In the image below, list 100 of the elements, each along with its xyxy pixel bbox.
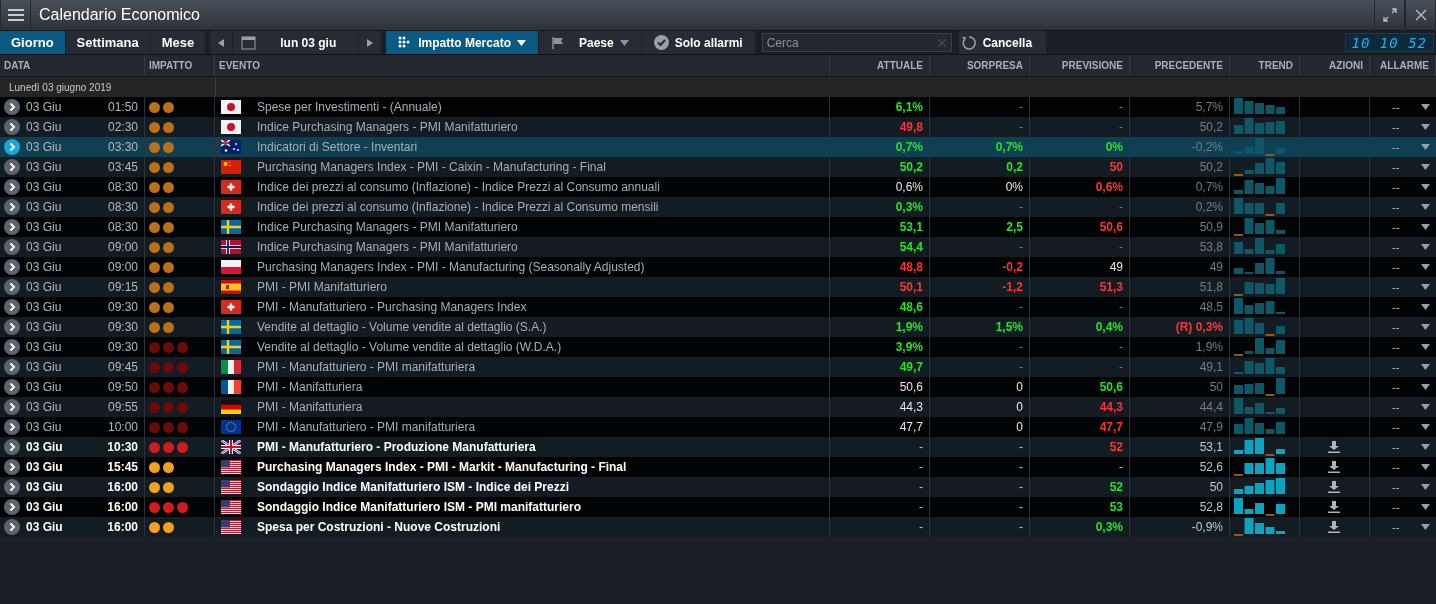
event-row[interactable]: 03 Giu 09:15 PMI - PMI Manifatturiero 50,1 -1,2 51,3 51,8 -- xyxy=(0,277,1436,297)
chevron-icon[interactable] xyxy=(4,119,20,135)
column-header[interactable]: ALLARME xyxy=(1370,55,1436,76)
event-row[interactable]: 03 Giu 10:00 PMI - Manufatturiero - PMI manifatturiera 47,7 0 47,7 47,9 -- xyxy=(0,417,1436,437)
value-text: 50,2 xyxy=(899,160,923,174)
event-row[interactable]: 03 Giu 16:00 Sondaggio Indice Manifatturiero ISM - PMI manifatturiero - - 53 52,8 -- xyxy=(0,497,1436,517)
download-icon[interactable] xyxy=(1327,481,1340,493)
view-tab[interactable]: Mese xyxy=(150,31,206,54)
event-row[interactable]: 03 Giu 10:30 PMI - Manufatturiero - Produzione Manufatturiera - - 52 53,1 -- xyxy=(0,437,1436,457)
chevron-icon[interactable] xyxy=(4,319,20,335)
event-title: PMI - Manifatturiera xyxy=(257,380,363,394)
column-header[interactable]: EVENTO xyxy=(215,55,830,76)
chevron-icon[interactable] xyxy=(4,379,20,395)
view-tab[interactable]: Giorno xyxy=(0,31,65,54)
column-header[interactable]: PREVISIONE xyxy=(1030,55,1130,76)
event-row[interactable]: 03 Giu 15:45 Purchasing Managers Index - PMI - Markit - Manufacturing - Final - - - 52,6 -- xyxy=(0,457,1436,477)
chevron-icon[interactable] xyxy=(4,299,20,315)
event-row[interactable]: 03 Giu 01:50 Spese per Investimenti - (Annuale) 6,1% - - 5,7% -- xyxy=(0,97,1436,117)
chevron-icon[interactable] xyxy=(4,419,20,435)
value-text: - xyxy=(1019,520,1023,534)
chevron-icon[interactable] xyxy=(4,199,20,215)
column-header[interactable]: AZIONI xyxy=(1300,55,1370,76)
previous-day-button[interactable] xyxy=(210,31,233,54)
caret-icon xyxy=(1421,244,1430,250)
value-text: 48,6 xyxy=(899,300,923,314)
chevron-icon[interactable] xyxy=(4,459,20,475)
event-row[interactable]: 03 Giu 02:30 Indice Purchasing Managers - PMI Manifatturiero 49,8 - - 50,2 -- xyxy=(0,117,1436,137)
value-text: - xyxy=(919,500,923,514)
event-title: Indice Purchasing Managers - PMI Manifatturiero xyxy=(257,120,518,134)
value-text: - xyxy=(1019,300,1023,314)
value-text: 47,7 xyxy=(1099,420,1123,434)
value-text: 0 xyxy=(1016,400,1023,414)
event-row[interactable]: 03 Giu 03:45 Purchasing Managers Index - PMI - Caixin - Manufacturing - Final 50,2 0,2 50 50,2 -- xyxy=(0,157,1436,177)
chevron-icon[interactable] xyxy=(4,359,20,375)
chevron-icon[interactable] xyxy=(4,219,20,235)
column-header[interactable]: IMPATTO xyxy=(145,55,215,76)
event-row[interactable]: 03 Giu 09:30 Vendite al dettaglio - Volume vendite al dettaglio (W.D.A.) 3,9% - - 1,9% -- xyxy=(0,337,1436,357)
flag-icon xyxy=(221,400,241,414)
event-row[interactable]: 03 Giu 09:30 Vendite al dettaglio - Volume vendite al dettaglio (S.A.) 1,9% 1,5% 0,4% (R) 0,3% -- xyxy=(0,317,1436,337)
date-text: 03 Giu xyxy=(26,120,62,134)
chevron-icon[interactable] xyxy=(4,439,20,455)
event-row[interactable]: 03 Giu 09:30 PMI - Manufatturiero - Purchasing Managers Index 48,6 - - 48,5 -- xyxy=(0,297,1436,317)
column-header[interactable]: DATA xyxy=(0,55,145,76)
chevron-icon[interactable] xyxy=(4,99,20,115)
expand-button[interactable] xyxy=(1374,0,1405,31)
date-text: 03 Giu xyxy=(26,460,63,474)
filter-button[interactable]: Impatto Mercato xyxy=(386,31,538,54)
event-row[interactable]: 03 Giu 16:00 Spesa per Costruzioni - Nuove Costruzioni - - 0,3% -0,9% -- xyxy=(0,517,1436,537)
column-header[interactable]: SORPRESA xyxy=(930,55,1030,76)
chevron-icon[interactable] xyxy=(4,159,20,175)
column-header[interactable]: PRECEDENTE xyxy=(1130,55,1230,76)
value-text: 0 xyxy=(1016,420,1023,434)
time-text: 09:15 xyxy=(106,280,138,294)
value-text: - xyxy=(1119,300,1123,314)
next-day-button[interactable] xyxy=(359,31,382,54)
date-picker[interactable]: lun 03 giu xyxy=(233,31,359,54)
chevron-icon[interactable] xyxy=(4,479,20,495)
value-text: -1,2 xyxy=(1002,280,1023,294)
filter-button[interactable]: Solo allarmi xyxy=(641,31,755,54)
value-text: - xyxy=(1019,240,1023,254)
reset-button[interactable]: Cancella xyxy=(958,31,1047,54)
event-row[interactable]: 03 Giu 08:30 Indice Purchasing Managers - PMI Manifatturiero 53,1 2,5 50,6 50,9 -- xyxy=(0,217,1436,237)
value-text: 50,6 xyxy=(1099,220,1123,234)
value-text: 0,7% xyxy=(895,140,923,154)
download-icon[interactable] xyxy=(1327,521,1340,533)
flag-icon xyxy=(550,35,565,50)
caret-icon xyxy=(1421,264,1430,270)
download-icon[interactable] xyxy=(1327,501,1340,513)
chevron-icon[interactable] xyxy=(4,499,20,515)
event-row[interactable]: 03 Giu 03:30 Indicatori di Settore - Inventari 0,7% 0,7% 0% -0,2% -- xyxy=(0,137,1436,157)
value-text: 0,7% xyxy=(995,140,1023,154)
event-row[interactable]: 03 Giu 16:00 Sondaggio Indice Manifatturiero ISM - Indice dei Prezzi - - 52 50 -- xyxy=(0,477,1436,497)
chevron-icon[interactable] xyxy=(4,339,20,355)
chevron-icon[interactable] xyxy=(4,519,20,535)
event-row[interactable]: 03 Giu 09:00 Purchasing Managers Index - PMI - Manufacturing (Seasonally Adjusted) 48,8 -0,2 49 49 -- xyxy=(0,257,1436,277)
chevron-icon[interactable] xyxy=(4,279,20,295)
refresh-icon xyxy=(960,34,977,51)
column-header[interactable]: ATTUALE xyxy=(830,55,930,76)
value-text: 53,1 xyxy=(899,220,923,234)
event-row[interactable]: 03 Giu 08:30 Indice dei prezzi al consumo (Inflazione) - Indice Prezzi al Consumo annuali 0,6% 0% 0,6% 0,7% -- xyxy=(0,177,1436,197)
search-field[interactable]: Cerca xyxy=(761,33,952,52)
chevron-icon[interactable] xyxy=(4,259,20,275)
close-button[interactable] xyxy=(1405,0,1436,31)
event-row[interactable]: 03 Giu 09:45 PMI - Manufatturiero - PMI manifatturiera 49,7 - - 49,1 -- xyxy=(0,357,1436,377)
download-icon[interactable] xyxy=(1327,461,1340,473)
download-icon[interactable] xyxy=(1327,441,1340,453)
event-row[interactable]: 03 Giu 08:30 Indice dei prezzi al consumo (Inflazione) - Indice Prezzi al Consumo mensili 0,3% - - 0,2% -- xyxy=(0,197,1436,217)
event-row[interactable]: 03 Giu 09:50 PMI - Manifatturiera 50,6 0 50,6 50 -- xyxy=(0,377,1436,397)
filter-button[interactable]: Paese xyxy=(538,31,641,54)
chevron-icon[interactable] xyxy=(4,139,20,155)
chevron-icon[interactable] xyxy=(4,399,20,415)
chevron-icon[interactable] xyxy=(4,239,20,255)
value-text: 2,5 xyxy=(1006,220,1023,234)
value-text: - xyxy=(1119,100,1123,114)
event-row[interactable]: 03 Giu 09:00 Indice Purchasing Managers - PMI Manifatturiero 54,4 - - 53,8 -- xyxy=(0,237,1436,257)
column-header[interactable]: TREND xyxy=(1230,55,1300,76)
chevron-icon[interactable] xyxy=(4,179,20,195)
view-tab[interactable]: Settimana xyxy=(65,31,150,54)
event-row[interactable]: 03 Giu 09:55 PMI - Manifatturiera 44,3 0 44,3 44,4 -- xyxy=(0,397,1436,417)
menu-button[interactable] xyxy=(0,0,31,31)
